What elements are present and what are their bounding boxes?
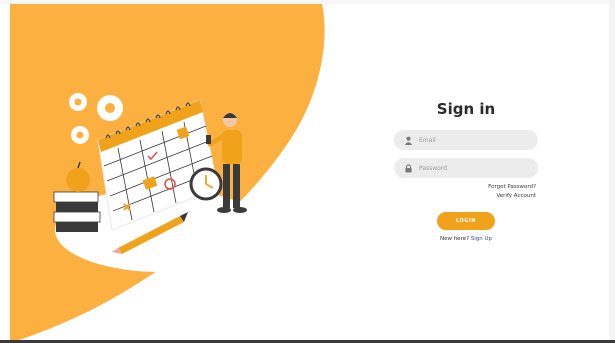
signup-link[interactable]: Sign Up: [471, 236, 492, 242]
login-button[interactable]: LOGIN: [437, 212, 495, 230]
email-input[interactable]: [419, 136, 519, 144]
user-icon: [404, 136, 413, 145]
password-field-container[interactable]: [394, 158, 538, 178]
signup-prompt: New here? Sign Up: [392, 236, 540, 242]
right-edge: [609, 0, 615, 343]
verify-account-link[interactable]: Verify Account: [488, 192, 536, 201]
new-here-text: New here?: [439, 236, 470, 242]
calendar-illustration: [53, 93, 265, 272]
signin-title: Sign in: [436, 100, 496, 118]
password-input[interactable]: [419, 164, 519, 172]
lock-icon: [405, 163, 412, 173]
page: Sign in Forgot Password? Verify Account …: [0, 0, 615, 343]
books-icon: [53, 161, 101, 232]
account-links: Forgot Password? Verify Account: [488, 183, 536, 201]
forgot-password-link[interactable]: Forgot Password?: [488, 183, 536, 192]
clock-icon: [189, 167, 223, 201]
email-field-container[interactable]: [394, 130, 538, 150]
